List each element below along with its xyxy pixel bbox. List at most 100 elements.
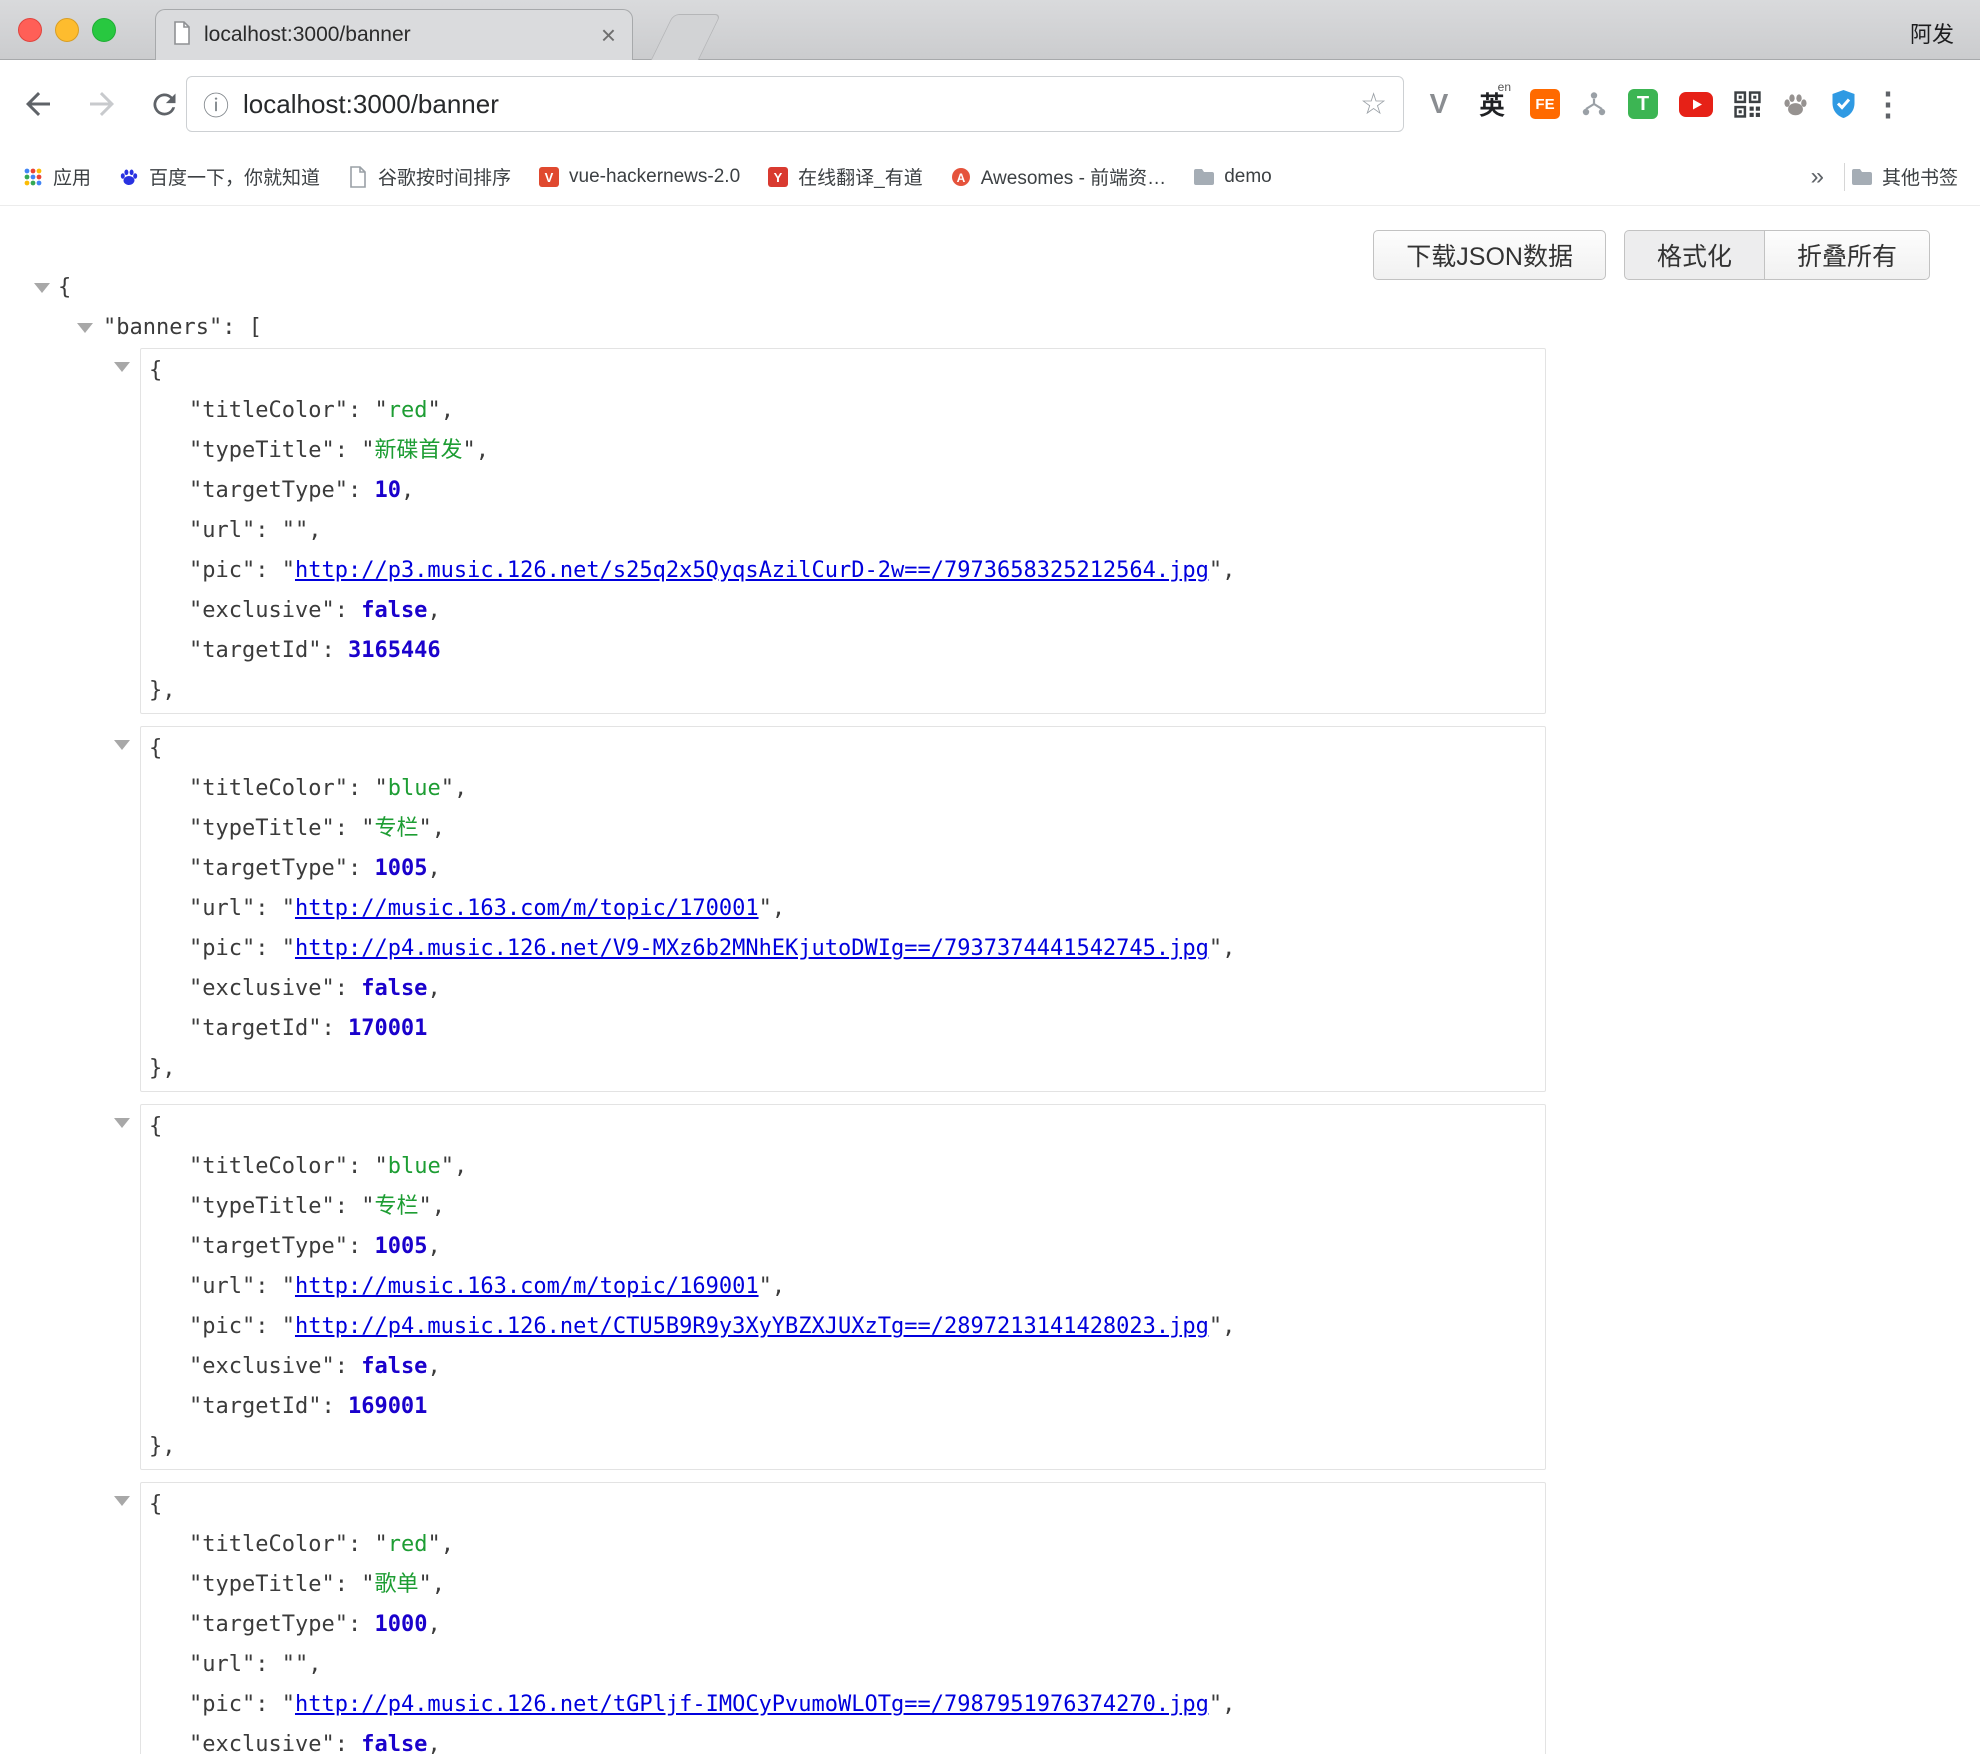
fullscreen-window-button[interactable]	[92, 18, 116, 42]
json-line: "exclusive": false,	[141, 1347, 1545, 1387]
json-line: "targetType": 10,	[141, 471, 1545, 511]
extension-icons: V 英en FE T ⋮	[1424, 74, 1898, 134]
youtube-extension-icon[interactable]	[1679, 92, 1713, 117]
json-line: "titleColor": "red",	[141, 391, 1545, 431]
bookmark-label: 百度一下，你就知道	[149, 163, 320, 190]
bookmark-label: 在线翻译_有道	[798, 163, 923, 190]
json-array-item: {"titleColor": "red","typeTitle": "歌单", "…	[140, 1482, 1546, 1754]
json-line: {	[141, 1107, 1545, 1147]
json-line: "targetId": 169001	[141, 1387, 1545, 1427]
bookmark-item[interactable]: AAwesomes - 前端资…	[950, 163, 1166, 190]
json-line: "url": "http://music.163.com/m/topic/170…	[141, 889, 1545, 929]
json-line: "pic": "http://p4.music.126.net/V9-MXz6b…	[141, 929, 1545, 969]
json-line: "url": "",	[141, 511, 1545, 551]
json-line: {	[141, 729, 1545, 769]
vimium-extension-icon[interactable]: V	[1424, 88, 1454, 120]
browser-tab[interactable]: localhost:3000/banner ×	[155, 9, 633, 60]
other-bookmarks[interactable]: 其他书签	[1851, 163, 1958, 190]
bookmark-star-icon[interactable]: ☆	[1360, 87, 1387, 122]
bookmark-item[interactable]: demo	[1193, 166, 1272, 188]
forward-button[interactable]	[84, 86, 120, 122]
org-chart-extension-icon[interactable]	[1581, 91, 1607, 117]
close-window-button[interactable]	[18, 18, 42, 42]
json-line: },	[141, 1049, 1545, 1089]
json-line: "typeTitle": "新碟首发",	[141, 431, 1545, 471]
bookmarks-list: 应用 百度一下，你就知道谷歌按时间排序 Vvue-hackernews-2.0 Y 在线…	[22, 163, 1272, 190]
qrcode-extension-icon[interactable]	[1734, 91, 1761, 118]
collapse-toggle-icon[interactable]	[77, 323, 93, 333]
json-url-link[interactable]: http://music.163.com/m/topic/169001	[295, 1274, 759, 1299]
collapse-toggle-icon[interactable]	[34, 283, 50, 293]
json-line: "typeTitle": "专栏",	[141, 809, 1545, 849]
tab-bar: localhost:3000/banner × 阿发	[0, 0, 1980, 60]
json-line: "banners": [	[0, 308, 1980, 348]
page-favicon-icon	[172, 21, 192, 50]
json-line: "targetId": 170001	[141, 1009, 1545, 1049]
json-line: "titleColor": "blue",	[141, 769, 1545, 809]
translate-extension-icon[interactable]: 英en	[1475, 86, 1509, 122]
bookmark-item[interactable]: 百度一下，你就知道	[118, 163, 320, 190]
json-line: "targetId": 3165446	[141, 631, 1545, 671]
paw-extension-icon[interactable]	[1782, 91, 1809, 118]
site-info-icon[interactable]: ⓘ	[203, 86, 229, 123]
fe-extension-icon[interactable]: FE	[1530, 89, 1560, 119]
bookmark-label: vue-hackernews-2.0	[569, 166, 740, 188]
collapse-toggle-icon[interactable]	[114, 362, 130, 372]
json-line: "pic": "http://p4.music.126.net/tGPljf-I…	[141, 1685, 1545, 1725]
translate-sub-glyph: en	[1498, 80, 1511, 94]
json-line: "typeTitle": "专栏",	[141, 1187, 1545, 1227]
reload-button[interactable]	[148, 88, 181, 121]
address-bar[interactable]: ⓘ localhost:3000/banner ☆	[186, 76, 1404, 132]
json-url-link[interactable]: http://music.163.com/m/topic/170001	[295, 896, 759, 921]
json-url-link[interactable]: http://p4.music.126.net/tGPljf-IMOCyPvum…	[295, 1692, 1209, 1717]
green-shield-extension-icon[interactable]: T	[1628, 89, 1658, 119]
profile-name[interactable]: 阿发	[1910, 17, 1954, 49]
page-content: 下载JSON数据 格式化 折叠所有 {"banners": [{"titleCo…	[0, 206, 1980, 1752]
awesomes-icon: A	[950, 166, 972, 188]
json-line: "exclusive": false,	[141, 1725, 1545, 1754]
bookmarks-bar: 应用 百度一下，你就知道谷歌按时间排序 Vvue-hackernews-2.0 Y 在线…	[0, 148, 1980, 206]
folder-icon	[1193, 166, 1215, 188]
baidu-icon	[118, 166, 140, 188]
bookmark-item[interactable]: 应用	[22, 163, 91, 190]
collapse-toggle-icon[interactable]	[114, 1118, 130, 1128]
youdao-icon: Y	[767, 166, 789, 188]
json-line: },	[141, 1427, 1545, 1467]
chrome-menu-icon[interactable]: ⋮	[1878, 85, 1898, 123]
json-line: "targetType": 1005,	[141, 849, 1545, 889]
url-text[interactable]: localhost:3000/banner	[243, 89, 1346, 120]
tab-close-icon[interactable]: ×	[601, 22, 616, 48]
json-line: {	[141, 351, 1545, 391]
tab-title: localhost:3000/banner	[204, 23, 589, 47]
json-url-link[interactable]: http://p3.music.126.net/s25q2x5QyqsAzilC…	[295, 558, 1209, 583]
minimize-window-button[interactable]	[55, 18, 79, 42]
collapse-toggle-icon[interactable]	[114, 1496, 130, 1506]
bookmarks-overflow-chevron[interactable]: »	[1797, 163, 1838, 191]
apps-icon	[22, 166, 44, 188]
window-controls	[18, 18, 116, 42]
bookmark-item[interactable]: 谷歌按时间排序	[347, 163, 511, 190]
json-line: "targetType": 1005,	[141, 1227, 1545, 1267]
svg-text:Y: Y	[774, 170, 783, 185]
collapse-toggle-icon[interactable]	[114, 740, 130, 750]
back-button[interactable]	[20, 86, 56, 122]
json-line: "titleColor": "red",	[141, 1525, 1545, 1565]
json-line: "url": "",	[141, 1645, 1545, 1685]
vue-icon: V	[538, 166, 560, 188]
json-line: "pic": "http://p3.music.126.net/s25q2x5Q…	[141, 551, 1545, 591]
bookmark-label: 应用	[53, 163, 91, 190]
json-line: "pic": "http://p4.music.126.net/CTU5B9R9…	[141, 1307, 1545, 1347]
bookmark-label: demo	[1224, 166, 1272, 188]
json-line: {	[0, 268, 1980, 308]
json-url-link[interactable]: http://p4.music.126.net/V9-MXz6b2MNhEKju…	[295, 936, 1209, 961]
blue-shield-extension-icon[interactable]	[1830, 89, 1857, 119]
json-array-item: {"titleColor": "blue","typeTitle": "专栏",…	[140, 726, 1546, 1092]
json-line: "exclusive": false,	[141, 591, 1545, 631]
new-tab-button[interactable]	[651, 14, 721, 60]
bookmark-item[interactable]: Y 在线翻译_有道	[767, 163, 923, 190]
json-array-item: {"titleColor": "red","typeTitle": "新碟首发"…	[140, 348, 1546, 714]
json-line: "typeTitle": "歌单",	[141, 1565, 1545, 1605]
json-line: {	[141, 1485, 1545, 1525]
bookmark-item[interactable]: Vvue-hackernews-2.0	[538, 166, 740, 188]
json-url-link[interactable]: http://p4.music.126.net/CTU5B9R9y3XyYBZX…	[295, 1314, 1209, 1339]
